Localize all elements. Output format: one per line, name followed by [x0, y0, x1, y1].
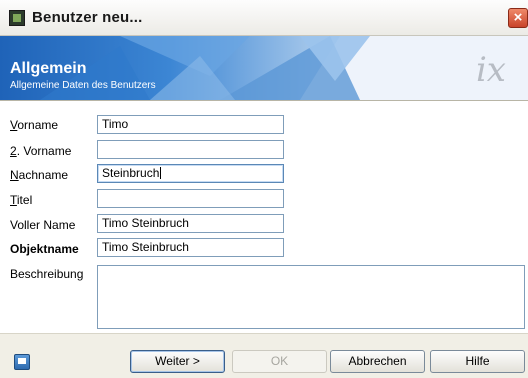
- banner-subtitle: Allgemeine Daten des Benutzers: [10, 80, 156, 91]
- beschreibung-textarea[interactable]: [97, 265, 525, 329]
- nachname-input[interactable]: Steinbruch: [97, 164, 284, 183]
- ok-button: OK: [232, 350, 327, 373]
- banner-title: Allgemein: [10, 60, 87, 77]
- brand-logo: ix: [475, 50, 506, 90]
- nachname-label: Nachname: [10, 168, 69, 182]
- vorname2-label: 2. Vorname: [10, 144, 72, 158]
- abbrechen-button[interactable]: Abbrechen: [330, 350, 425, 373]
- window-title-bar[interactable]: Benutzer neu... ×: [0, 0, 528, 36]
- close-button[interactable]: ×: [508, 8, 528, 28]
- help-icon[interactable]: [14, 354, 30, 370]
- window-title: Benutzer neu...: [32, 9, 143, 26]
- objektname-label: Objektname: [10, 242, 79, 256]
- vorname2-input[interactable]: [97, 140, 284, 159]
- vorname-label: Vorname: [10, 118, 59, 132]
- titel-label: Titel: [10, 193, 33, 207]
- header-banner: Allgemein Allgemeine Daten des Benutzers…: [0, 36, 528, 100]
- weiter-button[interactable]: Weiter >: [130, 350, 225, 373]
- voller-name-label: Voller Name: [10, 218, 76, 232]
- voller-name-input[interactable]: Timo Steinbruch: [97, 214, 284, 233]
- titel-input[interactable]: [97, 189, 284, 208]
- hilfe-button[interactable]: Hilfe: [430, 350, 525, 373]
- beschreibung-label: Beschreibung: [10, 267, 84, 281]
- objektname-input[interactable]: Timo Steinbruch: [97, 238, 284, 257]
- user-form: Vorname Timo 2. Vorname Nachname Steinbr…: [0, 101, 528, 333]
- dialog-footer: Weiter > OK Abbrechen Hilfe: [0, 333, 528, 378]
- vorname-input[interactable]: Timo: [97, 115, 284, 134]
- app-icon: [9, 10, 25, 26]
